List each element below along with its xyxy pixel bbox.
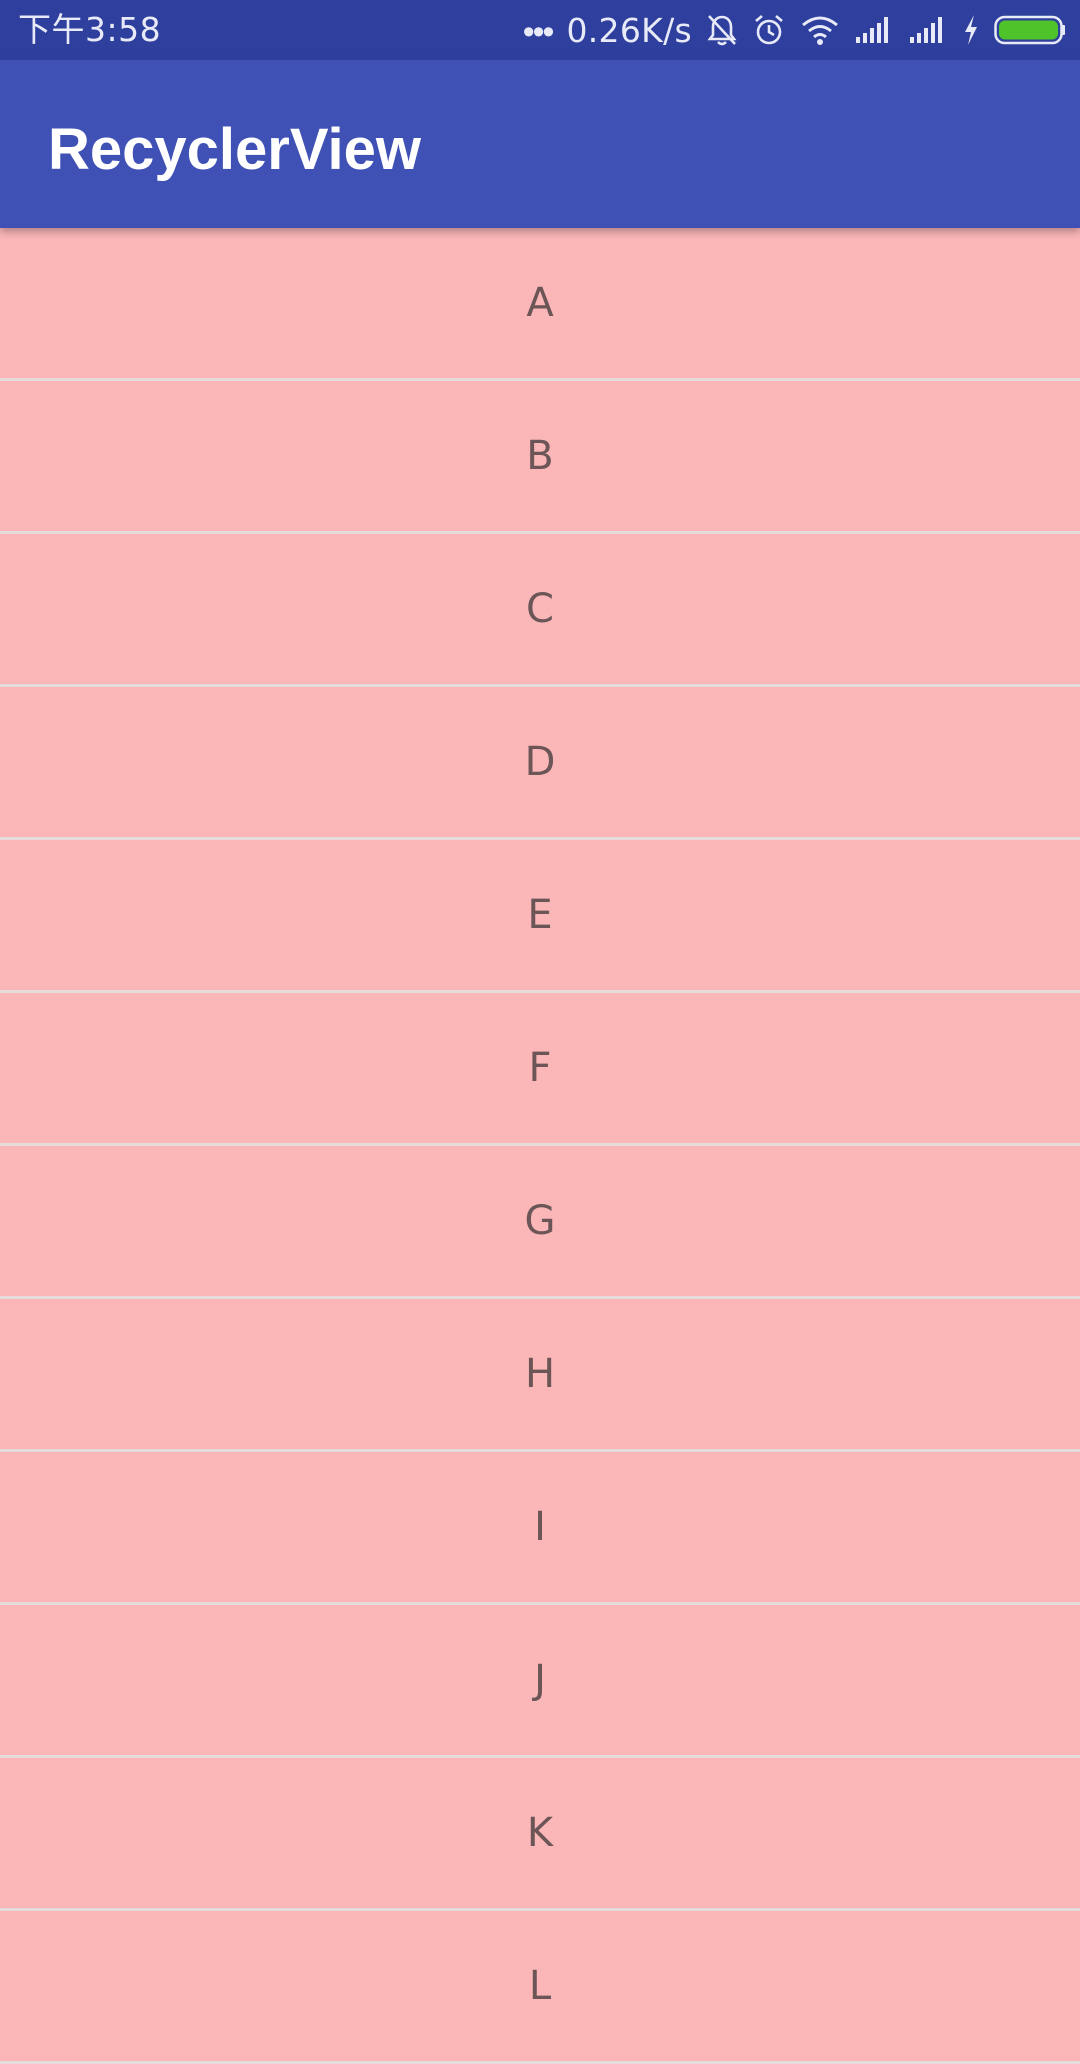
more-notifications-icon: ••• xyxy=(522,13,555,51)
list-item[interactable]: A xyxy=(0,228,1080,381)
bell-off-icon xyxy=(707,15,737,46)
list-item[interactable]: H xyxy=(0,1299,1080,1452)
list-item-label: F xyxy=(528,1045,552,1091)
list-item-label: E xyxy=(527,892,553,938)
battery-icon xyxy=(994,15,1065,45)
list-item-label: D xyxy=(524,739,556,785)
list-item[interactable]: G xyxy=(0,1146,1080,1299)
list-item[interactable]: F xyxy=(0,993,1080,1146)
list-item[interactable]: I xyxy=(0,1452,1080,1605)
page-title: RecyclerView xyxy=(48,117,421,182)
status-icons: ••• 0.26K/s xyxy=(523,0,1066,60)
list-item-label: G xyxy=(524,1198,556,1244)
list-item[interactable]: J xyxy=(0,1605,1080,1758)
list-item-label: H xyxy=(524,1351,556,1397)
list-item-label: L xyxy=(528,1963,552,2009)
network-speed: 0.26K/s xyxy=(566,10,692,50)
list-item-label: B xyxy=(526,433,554,479)
status-bar: 下午3:58 ••• 0.26K/s xyxy=(0,0,1080,60)
signal-icon xyxy=(910,17,942,43)
list-item[interactable]: C xyxy=(0,534,1080,687)
wifi-icon xyxy=(802,16,838,45)
app-bar: RecyclerView xyxy=(0,60,1080,228)
list-item[interactable]: D xyxy=(0,687,1080,840)
list-item[interactable]: L xyxy=(0,1911,1080,2064)
recycler-list[interactable]: A B C D E F G H I J K L xyxy=(0,228,1080,2064)
list-item[interactable]: B xyxy=(0,381,1080,534)
list-item-label: K xyxy=(526,1810,554,1856)
list-item[interactable]: E xyxy=(0,840,1080,993)
alarm-icon xyxy=(755,15,783,45)
signal-icon xyxy=(856,17,888,43)
list-item-label: A xyxy=(526,280,554,326)
list-item-label: J xyxy=(534,1657,546,1703)
status-time: 下午3:58 xyxy=(18,10,162,49)
list-item-label: I xyxy=(534,1504,546,1550)
list-item[interactable]: K xyxy=(0,1758,1080,1911)
charging-icon xyxy=(965,15,977,45)
list-item-label: C xyxy=(526,586,554,632)
